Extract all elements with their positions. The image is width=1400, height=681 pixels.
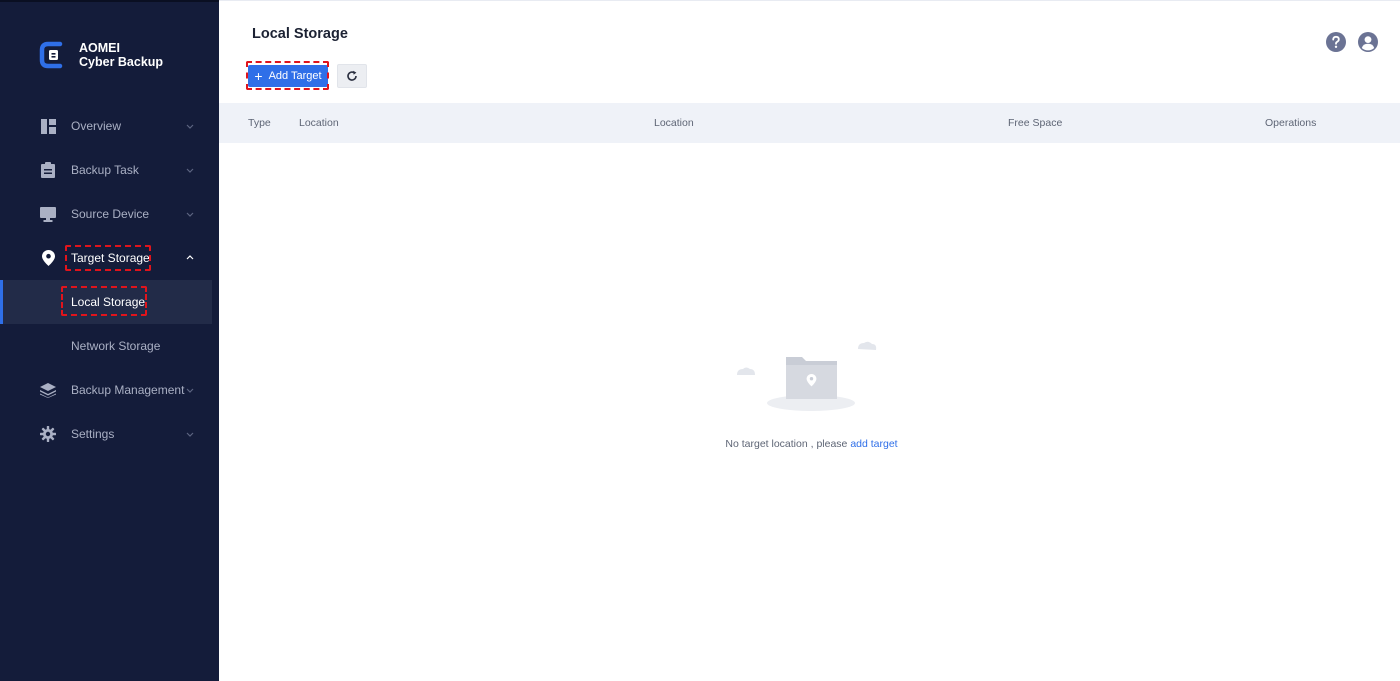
chevron-down-icon [186, 388, 194, 393]
sidebar-item-source-device[interactable]: Source Device [0, 192, 219, 236]
question-icon[interactable] [1326, 32, 1346, 52]
empty-folder-illustration [737, 341, 877, 411]
user-icon[interactable] [1358, 32, 1378, 52]
chevron-down-icon [186, 124, 194, 129]
monitor-icon [40, 206, 56, 222]
app-logo: AOMEI Cyber Backup [38, 40, 163, 70]
sidebar-subitem-network-storage[interactable]: Network Storage [0, 324, 219, 368]
sidebar-item-settings[interactable]: Settings [0, 412, 219, 456]
column-header-location-2[interactable]: Location [654, 103, 694, 143]
chevron-down-icon [186, 168, 194, 173]
table-header: Type Location Location Free Space Operat… [219, 103, 1400, 143]
empty-message-text: No target location , please [725, 438, 848, 450]
sidebar-item-overview[interactable]: Overview [0, 104, 219, 148]
sidebar-item-label: Target Storage [71, 251, 150, 265]
gear-icon [40, 426, 56, 442]
sidebar-item-backup-task[interactable]: Backup Task [0, 148, 219, 192]
clipboard-icon [40, 162, 56, 178]
aomei-logo-icon [39, 41, 63, 69]
sidebar-subitem-local-storage[interactable]: Local Storage [0, 280, 212, 324]
chevron-down-icon [186, 212, 194, 217]
page-title: Local Storage [252, 26, 348, 42]
add-target-button[interactable]: + Add Target [248, 65, 328, 87]
column-header-location[interactable]: Location [299, 103, 339, 143]
add-target-link[interactable]: add target [850, 438, 897, 450]
empty-state-message: No target location , please add target [219, 438, 1400, 450]
layers-icon [40, 382, 56, 398]
column-header-type[interactable]: Type [248, 103, 271, 143]
header-actions [1326, 32, 1378, 52]
sidebar-item-label: Overview [71, 119, 122, 133]
main-content: Local Storage + Add Target Type Location… [219, 0, 1400, 681]
add-target-label: Add Target [268, 70, 322, 82]
sidebar-item-label: Backup Task [71, 163, 139, 177]
chevron-up-icon [186, 255, 194, 260]
sidebar: AOMEI Cyber Backup Overview Backup Task … [0, 0, 219, 681]
sidebar-item-target-storage[interactable]: Target Storage [0, 236, 219, 280]
refresh-button[interactable] [337, 64, 367, 88]
column-header-free-space[interactable]: Free Space [1008, 103, 1062, 143]
sidebar-item-label: Backup Management [71, 383, 185, 397]
sidebar-subitem-label: Local Storage [71, 295, 146, 309]
column-header-operations[interactable]: Operations [1265, 103, 1316, 143]
app-name-line1: AOMEI [79, 41, 120, 55]
sidebar-subitem-label: Network Storage [71, 339, 161, 353]
location-pin-icon [40, 250, 56, 266]
sidebar-item-label: Source Device [71, 207, 150, 221]
sidebar-nav: Overview Backup Task Source Device Targe… [0, 104, 219, 456]
refresh-icon [347, 70, 357, 81]
app-name: AOMEI Cyber Backup [79, 41, 163, 69]
dashboard-icon [40, 118, 56, 134]
chevron-down-icon [186, 432, 194, 437]
sidebar-item-backup-management[interactable]: Backup Management [0, 368, 219, 412]
app-name-line2: Cyber Backup [79, 55, 164, 69]
plus-icon: + [254, 68, 263, 84]
sidebar-item-label: Settings [71, 427, 115, 441]
